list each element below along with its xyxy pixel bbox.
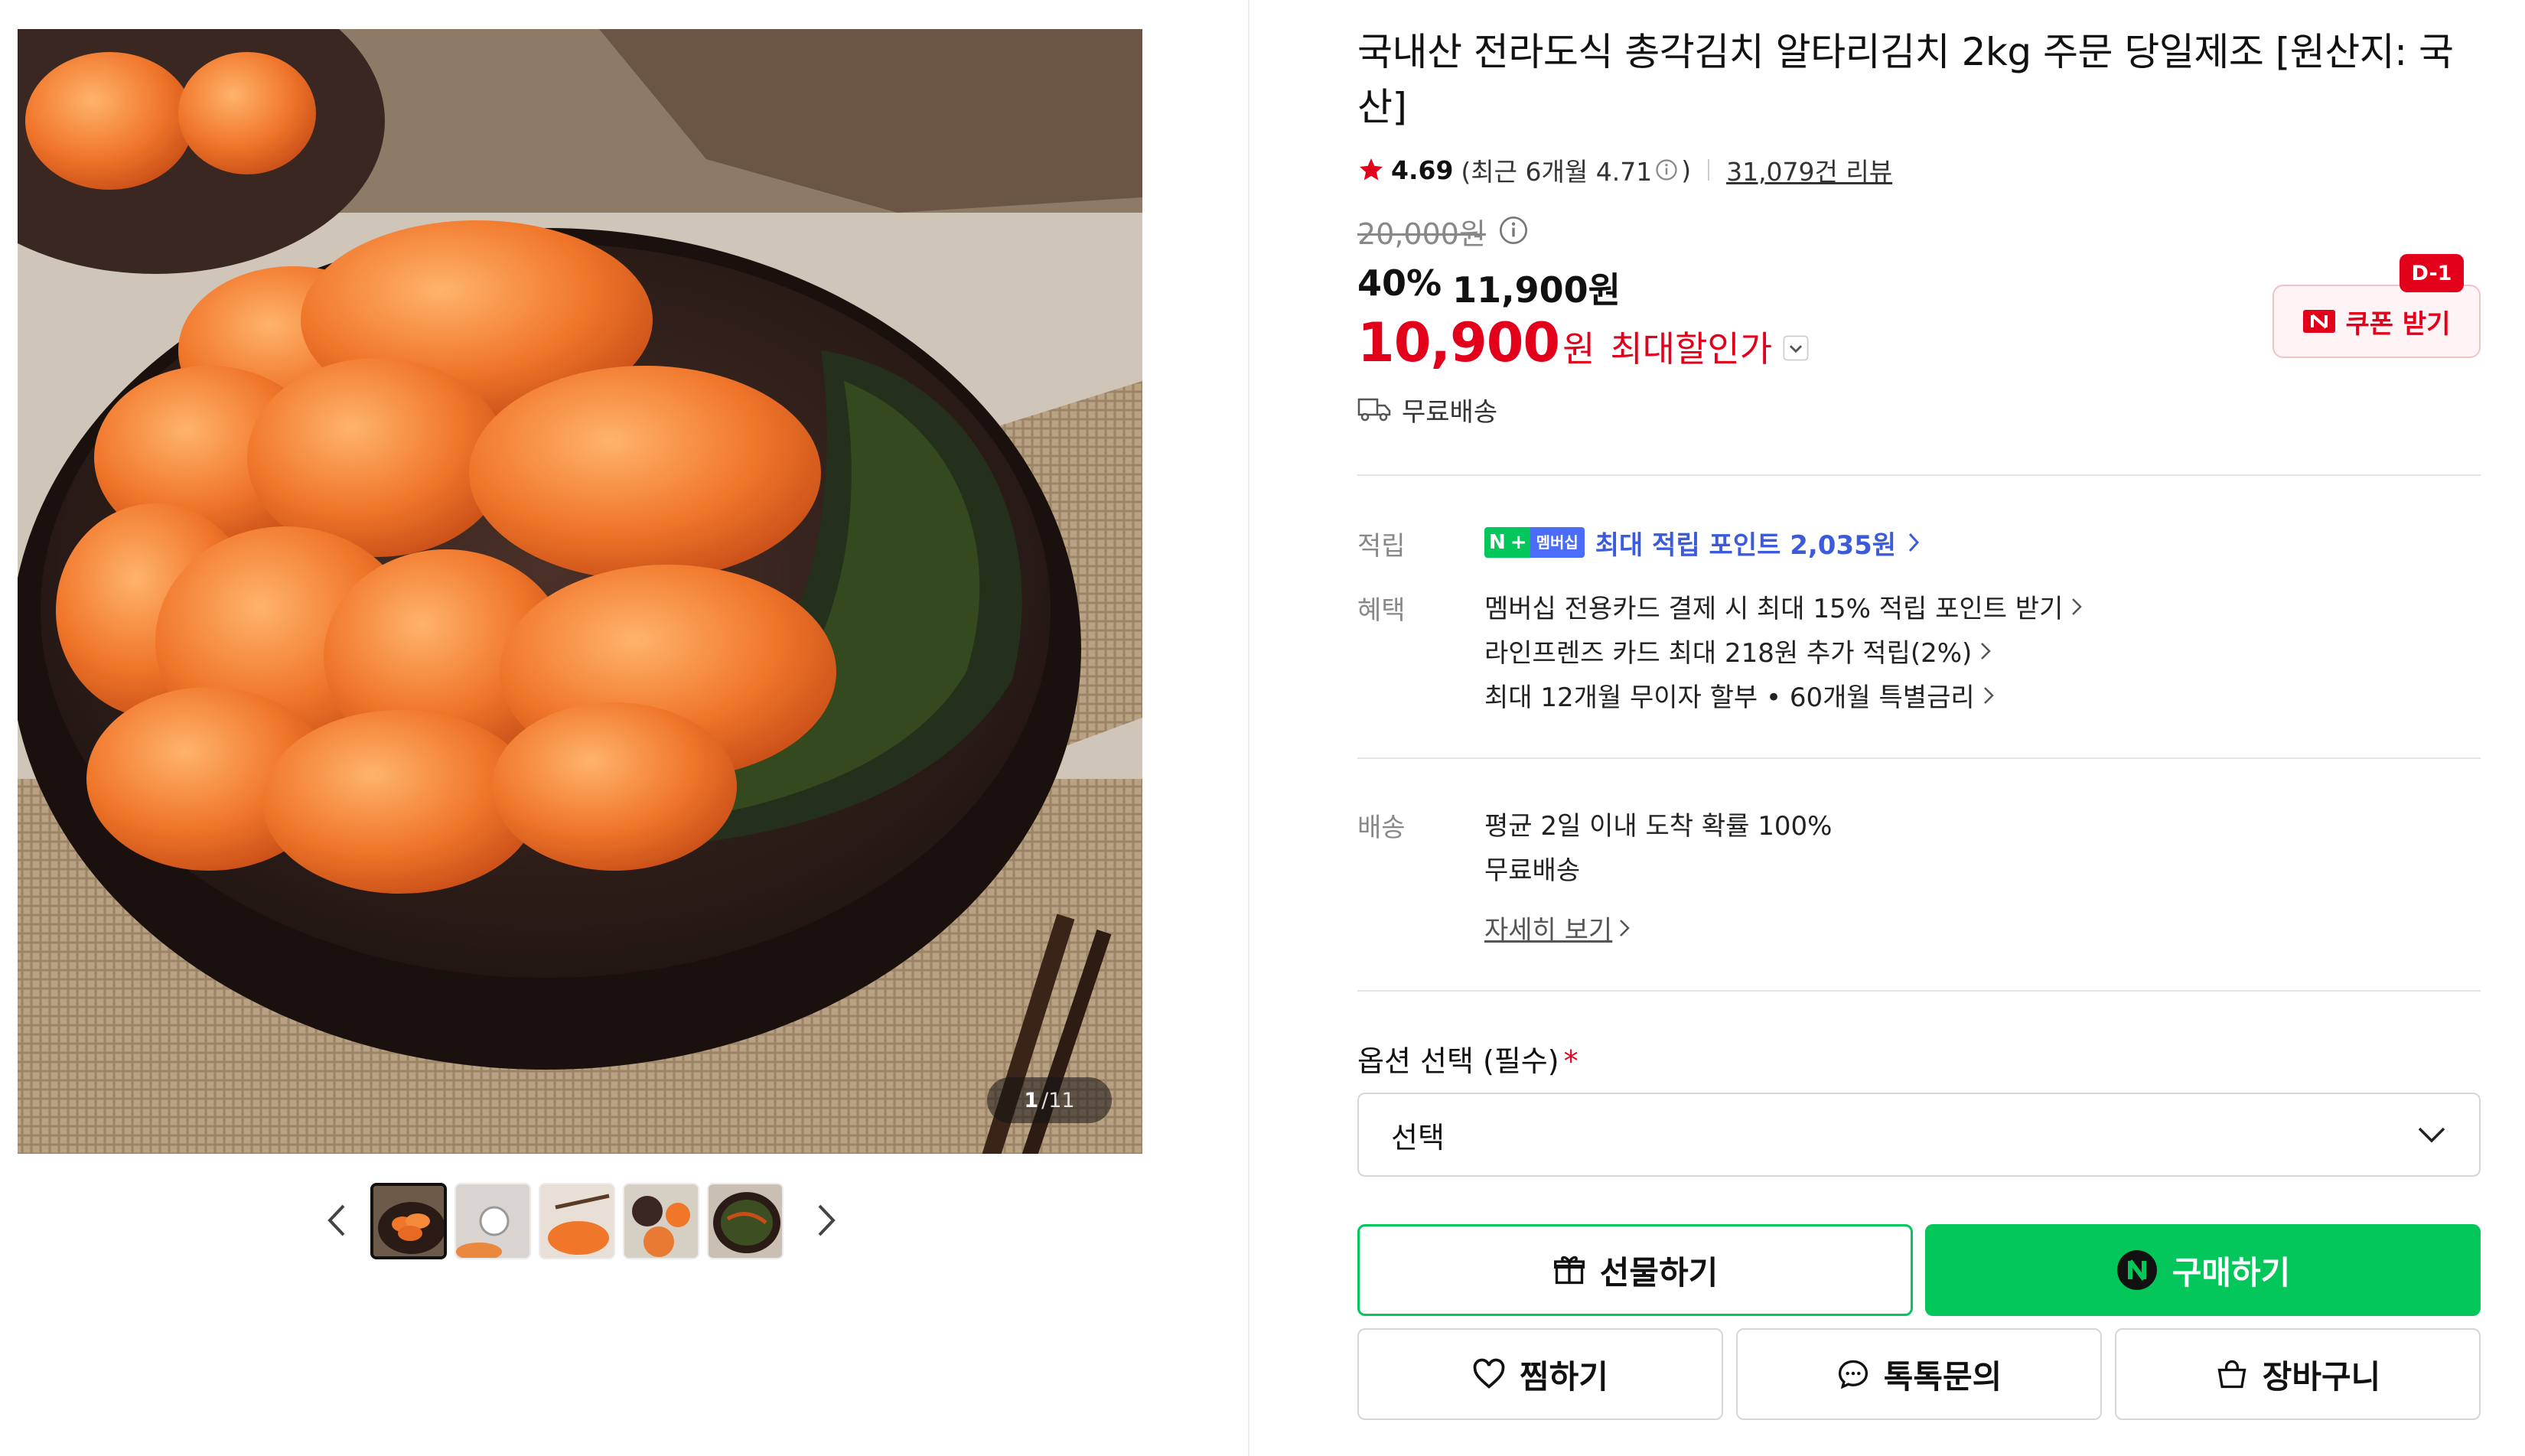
star-icon [1360, 158, 1383, 181]
gift-icon [1553, 1256, 1585, 1285]
dday-badge: D-1 [2400, 254, 2464, 292]
chevron-right-icon [2072, 598, 2083, 615]
original-price: 20,000원 [1357, 217, 1486, 251]
option-label-text: 옵션 선택 (필수) [1357, 1044, 1559, 1078]
chevron-right-icon [818, 1204, 836, 1236]
separator [1708, 159, 1710, 181]
final-price-row[interactable]: 10,900 원 최대할인가 [1357, 311, 1809, 374]
review-count-link[interactable]: 31,079건 리뷰 [1726, 151, 1892, 188]
shopping-bag-icon [2217, 1360, 2246, 1389]
delivery-estimate: 평균 2일 이내 도착 확률 100% [1484, 811, 1833, 842]
max-discount-label: 최대할인가 [1610, 328, 1773, 370]
benefit-text: 최대 12개월 무이자 할부 • 60개월 특별금리 [1484, 682, 1975, 713]
free-shipping: 무료배송 [1357, 390, 1497, 428]
benefit-item[interactable]: 멤버십 전용카드 결제 시 최대 15% 적립 포인트 받기 [1484, 588, 2083, 625]
final-price: 10,900 [1357, 311, 1560, 374]
detail-link-label: 자세히 보기 [1484, 915, 1613, 946]
delivery-section-label: 배송 [1357, 813, 1406, 843]
wish-label: 찜하기 [1520, 1357, 1608, 1396]
gift-button[interactable]: 선물하기 [1357, 1224, 1913, 1316]
thumbnail[interactable] [370, 1183, 447, 1259]
wish-button[interactable]: 찜하기 [1357, 1328, 1723, 1420]
badge-membership: 멤버십 [1530, 527, 1585, 558]
heart-icon [1473, 1358, 1505, 1389]
thumbnail[interactable] [707, 1183, 784, 1259]
delivery-free: 무료배송 [1484, 855, 1581, 886]
rating-score: 4.69 [1391, 155, 1454, 185]
counter-current: 1 [1024, 1088, 1039, 1112]
image-counter: 1 /11 [987, 1077, 1112, 1123]
thumbnail[interactable] [623, 1183, 699, 1259]
talk-button[interactable]: 톡톡문의 [1736, 1328, 2102, 1420]
divider [1357, 474, 2481, 476]
points-text: 최대 적립 포인트 2,035원 [1595, 529, 1897, 561]
counter-total: /11 [1041, 1088, 1075, 1112]
chevron-left-icon [327, 1204, 345, 1236]
truck-icon [1357, 398, 1391, 422]
option-label: 옵션 선택 (필수) * [1357, 1037, 1579, 1080]
badge-n: N [1484, 527, 1510, 558]
recent-rating: (최근 6개월 4.71 [1461, 157, 1653, 187]
rating-row: 4.69 (최근 6개월 4.71 ) 31,079건 리뷰 [1357, 151, 1892, 189]
coupon-label: 쿠폰 받기 [2345, 308, 2451, 340]
required-mark: * [1563, 1044, 1579, 1078]
info-icon[interactable] [1655, 158, 1678, 181]
benefit-item[interactable]: 라인프렌즈 카드 최대 218원 추가 적립(2%) [1484, 632, 1992, 669]
chevron-right-icon [1908, 533, 1920, 552]
info-icon[interactable] [1498, 215, 1529, 246]
delivery-detail-link[interactable]: 자세히 보기 [1484, 909, 1631, 946]
coupon-button[interactable]: 쿠폰 받기 [2272, 285, 2481, 358]
free-shipping-label: 무료배송 [1402, 396, 1498, 428]
buy-label: 구매하기 [2172, 1253, 2291, 1292]
points-section-label: 적립 [1357, 531, 1406, 562]
chevron-right-icon [1981, 642, 1992, 660]
badge-plus: + [1510, 527, 1530, 558]
gallery-next-button[interactable] [800, 1194, 853, 1247]
buy-button[interactable]: 구매하기 [1925, 1224, 2481, 1316]
benefits-section-label: 혜택 [1357, 595, 1406, 626]
membership-badge: N + 멤버십 [1484, 527, 1585, 558]
chevron-down-icon [2418, 1127, 2445, 1143]
chevron-right-icon [1983, 686, 1994, 704]
sale-price: 11,900원 [1452, 269, 1621, 311]
chat-icon [1838, 1360, 1868, 1389]
product-main-image[interactable] [18, 29, 1142, 1154]
gallery-prev-button[interactable] [310, 1194, 363, 1247]
naver-pay-icon [2116, 1250, 2157, 1290]
product-title: 국내산 전라도식 총각김치 알타리김치 2kg 주문 당일제조 [원산지: 국산… [1357, 30, 2454, 129]
divider [1357, 990, 2481, 992]
points-link[interactable]: N + 멤버십 최대 적립 포인트 2,035원 [1484, 522, 1921, 563]
divider [1248, 0, 1249, 1456]
final-price-unit: 원 [1562, 328, 1595, 370]
naver-n-icon [2302, 310, 2335, 333]
option-select[interactable]: 선택 [1357, 1093, 2481, 1177]
benefit-item[interactable]: 최대 12개월 무이자 할부 • 60개월 특별금리 [1484, 676, 1995, 714]
sale-price-row: 40% 11,900원 [1357, 262, 1621, 313]
option-select-value: 선택 [1391, 1120, 1445, 1155]
chevron-right-icon [1620, 919, 1630, 936]
cart-label: 장바구니 [2262, 1357, 2381, 1396]
discount-rate: 40% [1357, 262, 1442, 304]
talk-label: 톡톡문의 [1883, 1357, 2002, 1396]
thumbnail[interactable] [539, 1183, 615, 1259]
thumbnail[interactable] [454, 1183, 531, 1259]
benefit-text: 멤버십 전용카드 결제 시 최대 15% 적립 포인트 받기 [1484, 594, 2064, 624]
chevron-down-icon[interactable] [1783, 335, 1809, 361]
cart-button[interactable]: 장바구니 [2115, 1328, 2481, 1420]
gift-label: 선물하기 [1599, 1253, 1719, 1292]
benefit-text: 라인프렌즈 카드 최대 218원 추가 적립(2%) [1484, 638, 1973, 669]
divider [1357, 757, 2481, 759]
recent-rating-close: ) [1681, 155, 1692, 185]
